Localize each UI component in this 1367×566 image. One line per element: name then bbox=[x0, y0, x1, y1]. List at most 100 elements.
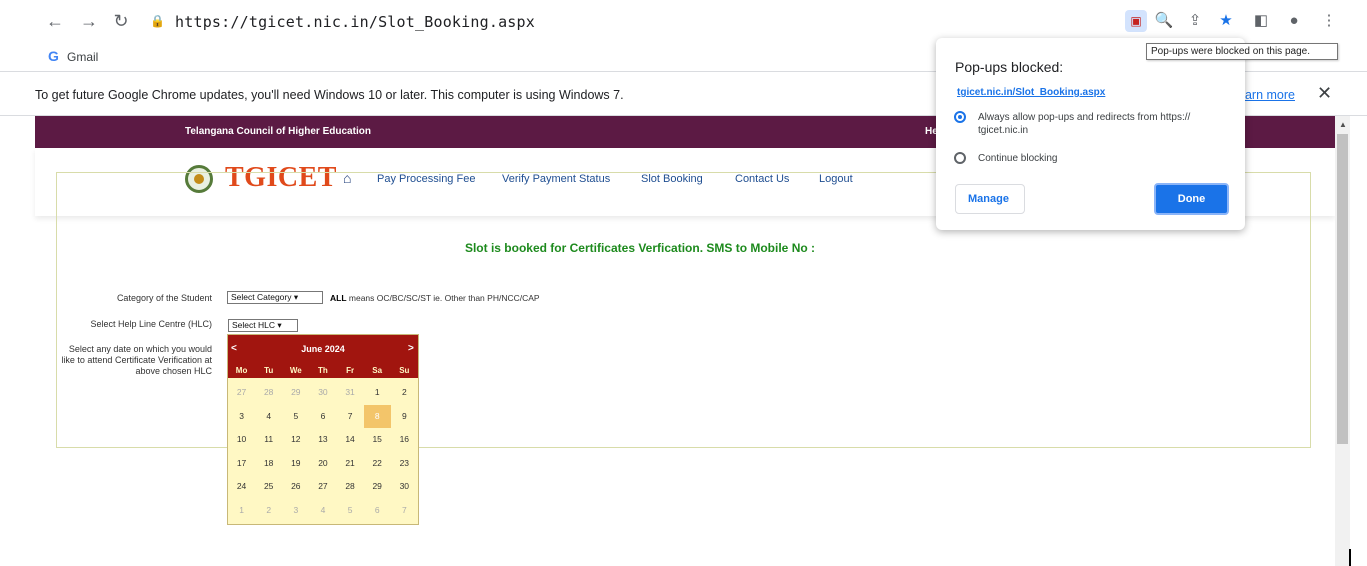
popup-tooltip: Pop-ups were blocked on this page. bbox=[1146, 43, 1338, 60]
calendar-day[interactable]: 4 bbox=[255, 405, 282, 429]
calendar-grid: 27 28 29 30 31 1 2 3 4 5 6 7 8 9 10 11 12 13 14 15 16 17 18 19 2… bbox=[228, 381, 418, 522]
share-icon[interactable]: ⇪ bbox=[1184, 10, 1206, 32]
radio-always-allow[interactable] bbox=[954, 111, 966, 123]
calendar-day[interactable]: 2 bbox=[255, 499, 282, 523]
date-label: Select any date on which you would like … bbox=[61, 344, 212, 376]
learn-more-link[interactable]: earn more bbox=[1238, 88, 1295, 102]
done-button[interactable]: Done bbox=[1154, 183, 1229, 215]
option-always-allow-label[interactable]: Always allow pop-ups and redirects from … bbox=[978, 111, 1233, 137]
calendar-dow-label: Th bbox=[318, 366, 328, 375]
calendar-day[interactable]: 21 bbox=[337, 452, 364, 476]
bookmark-star-icon[interactable]: ★ bbox=[1215, 10, 1237, 32]
calendar-day[interactable]: 30 bbox=[309, 381, 336, 405]
category-label: Category of the Student bbox=[116, 293, 212, 303]
radio-continue-blocking[interactable] bbox=[954, 152, 966, 164]
calendar-day[interactable]: 27 bbox=[228, 381, 255, 405]
scroll-up-arrow-icon[interactable]: ▲ bbox=[1339, 120, 1347, 129]
side-panel-icon[interactable]: ◧ bbox=[1250, 10, 1272, 32]
calendar-day[interactable]: 14 bbox=[337, 428, 364, 452]
calendar-next-month[interactable]: > bbox=[408, 343, 414, 354]
back-arrow-icon[interactable]: ← bbox=[44, 10, 66, 32]
calendar-day[interactable]: 15 bbox=[364, 428, 391, 452]
calendar-day[interactable]: 6 bbox=[309, 405, 336, 429]
calendar-day[interactable]: 1 bbox=[364, 381, 391, 405]
calendar-week-row: 24 25 26 27 28 29 30 bbox=[228, 475, 418, 499]
calendar-day[interactable]: 3 bbox=[282, 499, 309, 523]
date-calendar: < June 2024 > Mo Tu We Th Fr Sa Su 27 28 29 30 31 1… bbox=[227, 334, 419, 525]
menu-icon[interactable]: ⋮ bbox=[1318, 10, 1340, 32]
calendar-day[interactable]: 22 bbox=[364, 452, 391, 476]
calendar-day[interactable]: 28 bbox=[337, 475, 364, 499]
bookmark-gmail[interactable]: Gmail bbox=[67, 50, 98, 64]
infobar-text: To get future Google Chrome updates, you… bbox=[35, 88, 624, 102]
forward-arrow-icon[interactable]: → bbox=[78, 10, 100, 32]
calendar-dow-label: Mo bbox=[235, 366, 248, 375]
calendar-dow-label: Tu bbox=[264, 366, 274, 375]
calendar-day[interactable]: 24 bbox=[228, 475, 255, 499]
calendar-day[interactable]: 10 bbox=[228, 428, 255, 452]
text-cursor bbox=[1349, 549, 1351, 566]
manage-button[interactable]: Manage bbox=[955, 184, 1025, 214]
calendar-day[interactable]: 12 bbox=[282, 428, 309, 452]
calendar-day[interactable]: 7 bbox=[337, 405, 364, 429]
calendar-day[interactable]: 11 bbox=[255, 428, 282, 452]
calendar-week-row: 17 18 19 20 21 22 23 bbox=[228, 452, 418, 476]
close-icon[interactable]: ✕ bbox=[1317, 83, 1332, 104]
calendar-day[interactable]: 31 bbox=[337, 381, 364, 405]
reload-icon[interactable]: ↻ bbox=[110, 10, 132, 32]
calendar-day[interactable]: 1 bbox=[228, 499, 255, 523]
calendar-week-row: 10 11 12 13 14 15 16 bbox=[228, 428, 418, 452]
calendar-day[interactable]: 17 bbox=[228, 452, 255, 476]
all-note-bold: ALL bbox=[330, 293, 347, 303]
calendar-day[interactable]: 7 bbox=[391, 499, 418, 523]
hlc-select[interactable]: Select HLC ▾ bbox=[228, 319, 298, 332]
calendar-dow-label: We bbox=[289, 366, 302, 375]
calendar-day[interactable]: 3 bbox=[228, 405, 255, 429]
calendar-week-row: 27 28 29 30 31 1 2 bbox=[228, 381, 418, 405]
calendar-week-row: 1234567 bbox=[228, 499, 418, 523]
calendar-day[interactable]: 28 bbox=[255, 381, 282, 405]
council-title: Telangana Council of Higher Education bbox=[185, 126, 371, 137]
gmail-icon[interactable]: G bbox=[48, 48, 59, 64]
calendar-days-of-week: Mo Tu We Th Fr Sa Su bbox=[228, 363, 418, 378]
popup-blocked-icon[interactable]: ▣ bbox=[1125, 10, 1147, 32]
category-select-value: Select Category bbox=[231, 292, 292, 302]
calendar-day[interactable]: 19 bbox=[282, 452, 309, 476]
calendar-day[interactable]: 8 bbox=[363, 404, 391, 428]
profile-icon[interactable]: ● bbox=[1283, 10, 1305, 32]
calendar-day[interactable]: 2 bbox=[391, 381, 418, 405]
calendar-day[interactable]: 16 bbox=[391, 428, 418, 452]
all-note: ALL means OC/BC/SC/ST ie. Other than PH/… bbox=[330, 293, 540, 303]
calendar-day[interactable]: 30 bbox=[391, 475, 418, 499]
bubble-title: Pop-ups blocked: bbox=[955, 59, 1064, 75]
calendar-day[interactable]: 13 bbox=[309, 428, 336, 452]
blocked-popup-link[interactable]: tgicet.nic.in/Slot_Booking.aspx bbox=[957, 87, 1105, 98]
calendar-day[interactable]: 23 bbox=[391, 452, 418, 476]
calendar-dow-label: Sa bbox=[372, 366, 383, 375]
calendar-day[interactable]: 5 bbox=[337, 499, 364, 523]
all-note-text: means OC/BC/SC/ST ie. Other than PH/NCC/… bbox=[346, 293, 540, 303]
calendar-week-row: 3456789 bbox=[228, 404, 418, 429]
calendar-day[interactable]: 27 bbox=[309, 475, 336, 499]
calendar-day[interactable]: 26 bbox=[282, 475, 309, 499]
calendar-day[interactable]: 5 bbox=[282, 405, 309, 429]
zoom-icon[interactable]: 🔍 bbox=[1153, 10, 1175, 32]
calendar-day[interactable]: 29 bbox=[282, 381, 309, 405]
calendar-day[interactable]: 20 bbox=[309, 452, 336, 476]
popup-blocked-bubble: Pop-ups blocked: tgicet.nic.in/Slot_Book… bbox=[936, 38, 1245, 230]
lock-icon[interactable]: 🔒 bbox=[150, 14, 165, 28]
option-continue-blocking-label[interactable]: Continue blocking bbox=[978, 152, 1058, 165]
calendar-day[interactable]: 25 bbox=[255, 475, 282, 499]
scrollbar-thumb[interactable] bbox=[1337, 134, 1348, 444]
calendar-day[interactable]: 9 bbox=[391, 405, 418, 429]
calendar-dow-label: Fr bbox=[346, 366, 355, 375]
hlc-select-value: Select HLC bbox=[232, 320, 275, 330]
calendar-day[interactable]: 4 bbox=[309, 499, 336, 523]
calendar-dow-label: Su bbox=[399, 366, 410, 375]
calendar-day[interactable]: 18 bbox=[255, 452, 282, 476]
url-text[interactable]: https://tgicet.nic.in/Slot_Booking.aspx bbox=[175, 13, 535, 31]
hlc-label: Select Help Line Centre (HLC) bbox=[90, 319, 212, 329]
category-select[interactable]: Select Category ▾ bbox=[227, 291, 323, 304]
calendar-day[interactable]: 6 bbox=[364, 499, 391, 523]
calendar-day[interactable]: 29 bbox=[364, 475, 391, 499]
